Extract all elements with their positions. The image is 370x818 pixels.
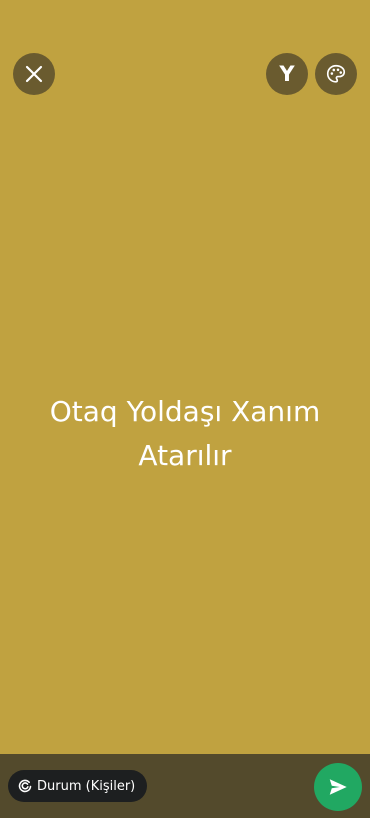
status-ring-icon <box>18 779 32 793</box>
font-style-button[interactable]: Y <box>266 53 308 95</box>
audience-selector-chip[interactable]: Durum (Kişiler) <box>8 770 148 802</box>
font-style-letter: Y <box>279 61 295 86</box>
send-icon <box>329 779 347 795</box>
background-color-button[interactable] <box>315 53 357 95</box>
palette-icon <box>326 64 346 83</box>
send-button[interactable] <box>314 763 362 811</box>
close-button[interactable] <box>13 53 55 95</box>
status-text-input[interactable]: Otaq Yoldaşı Xanım Atarılır <box>20 390 350 478</box>
audience-label: Durum (Kişiler) <box>37 778 136 794</box>
bottom-bar: Durum (Kişiler) <box>0 754 370 818</box>
close-icon <box>25 65 43 83</box>
status-composer-screen: Y Otaq Yoldaşı Xanım Atarılır Durum (Kiş… <box>0 0 370 818</box>
